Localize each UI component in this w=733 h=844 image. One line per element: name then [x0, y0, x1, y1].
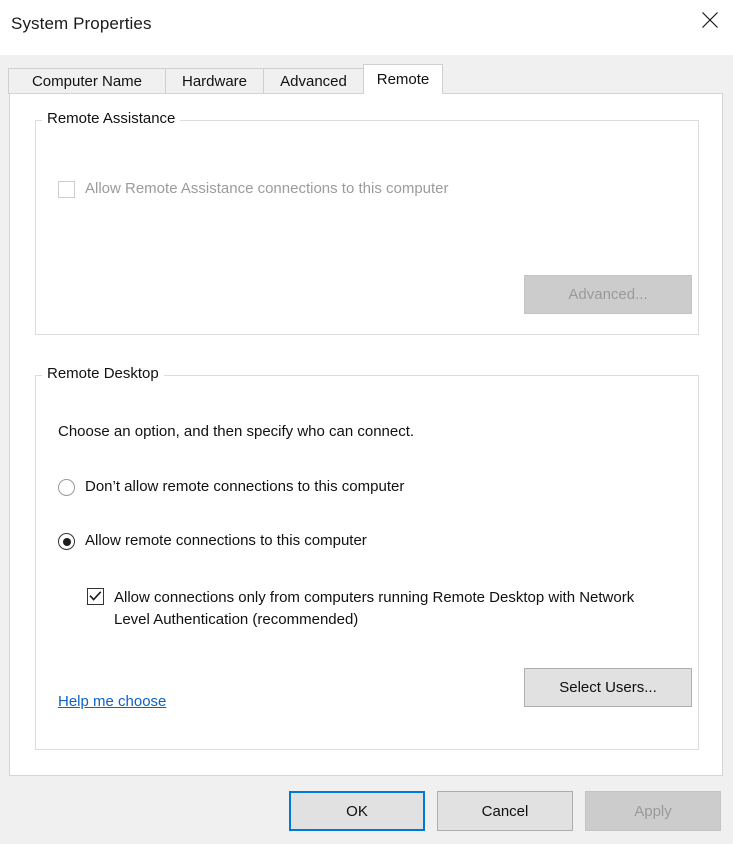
- remote-desktop-legend: Remote Desktop: [42, 365, 164, 382]
- nla-checkbox[interactable]: Allow connections only from computers ru…: [87, 588, 674, 631]
- tab-computer-name[interactable]: Computer Name: [8, 68, 166, 94]
- advanced-button-label: Advanced...: [568, 286, 648, 303]
- ok-button-label: OK: [346, 802, 368, 820]
- tab-advanced[interactable]: Advanced: [263, 68, 364, 94]
- window-title: System Properties: [11, 14, 152, 33]
- remote-desktop-group: Remote Desktop Choose an option, and the…: [35, 365, 699, 750]
- ok-button[interactable]: OK: [289, 791, 425, 831]
- close-icon[interactable]: [687, 0, 733, 40]
- allow-remote-assistance-label: Allow Remote Assistance connections to t…: [85, 180, 449, 197]
- remote-assistance-group: Remote Assistance Allow Remote Assistanc…: [35, 110, 699, 335]
- advanced-button[interactable]: Advanced...: [524, 275, 692, 314]
- title-bar: System Properties: [0, 0, 733, 55]
- tab-remote[interactable]: Remote: [363, 64, 443, 94]
- checkbox-unchecked-icon: [58, 181, 75, 198]
- apply-button-label: Apply: [634, 802, 672, 820]
- help-me-choose-link[interactable]: Help me choose: [58, 693, 166, 710]
- radio-allow-label: Allow remote connections to this compute…: [85, 532, 367, 549]
- radio-allow-remote-connections[interactable]: Allow remote connections to this compute…: [58, 532, 367, 550]
- radio-dont-allow-remote-connections[interactable]: Don’t allow remote connections to this c…: [58, 478, 405, 496]
- radio-selected-icon: [58, 533, 75, 550]
- tab-label: Remote: [376, 71, 430, 88]
- tab-hardware[interactable]: Hardware: [165, 68, 264, 94]
- tab-strip: Computer Name Hardware Advanced Remote: [8, 64, 725, 94]
- apply-button[interactable]: Apply: [585, 791, 721, 831]
- system-properties-dialog: System Properties Computer Name Hardware…: [0, 0, 733, 844]
- cancel-button[interactable]: Cancel: [437, 791, 573, 831]
- tab-label: Advanced: [280, 73, 347, 90]
- remote-desktop-instruction: Choose an option, and then specify who c…: [58, 423, 415, 440]
- tab-label: Computer Name: [31, 73, 143, 90]
- select-users-button-label: Select Users...: [559, 679, 657, 696]
- tab-panel-remote: Remote Assistance Allow Remote Assistanc…: [9, 93, 723, 776]
- allow-remote-assistance-checkbox[interactable]: Allow Remote Assistance connections to t…: [58, 180, 449, 198]
- nla-label: Allow connections only from computers ru…: [114, 589, 635, 628]
- checkbox-checked-icon: [87, 588, 104, 605]
- select-users-button[interactable]: Select Users...: [524, 668, 692, 707]
- radio-dot: [62, 537, 71, 546]
- radio-dont-allow-label: Don’t allow remote connections to this c…: [85, 478, 405, 495]
- radio-unselected-icon: [58, 479, 75, 496]
- tab-label: Hardware: [181, 73, 248, 90]
- cancel-button-label: Cancel: [481, 802, 529, 820]
- remote-assistance-legend: Remote Assistance: [42, 110, 181, 127]
